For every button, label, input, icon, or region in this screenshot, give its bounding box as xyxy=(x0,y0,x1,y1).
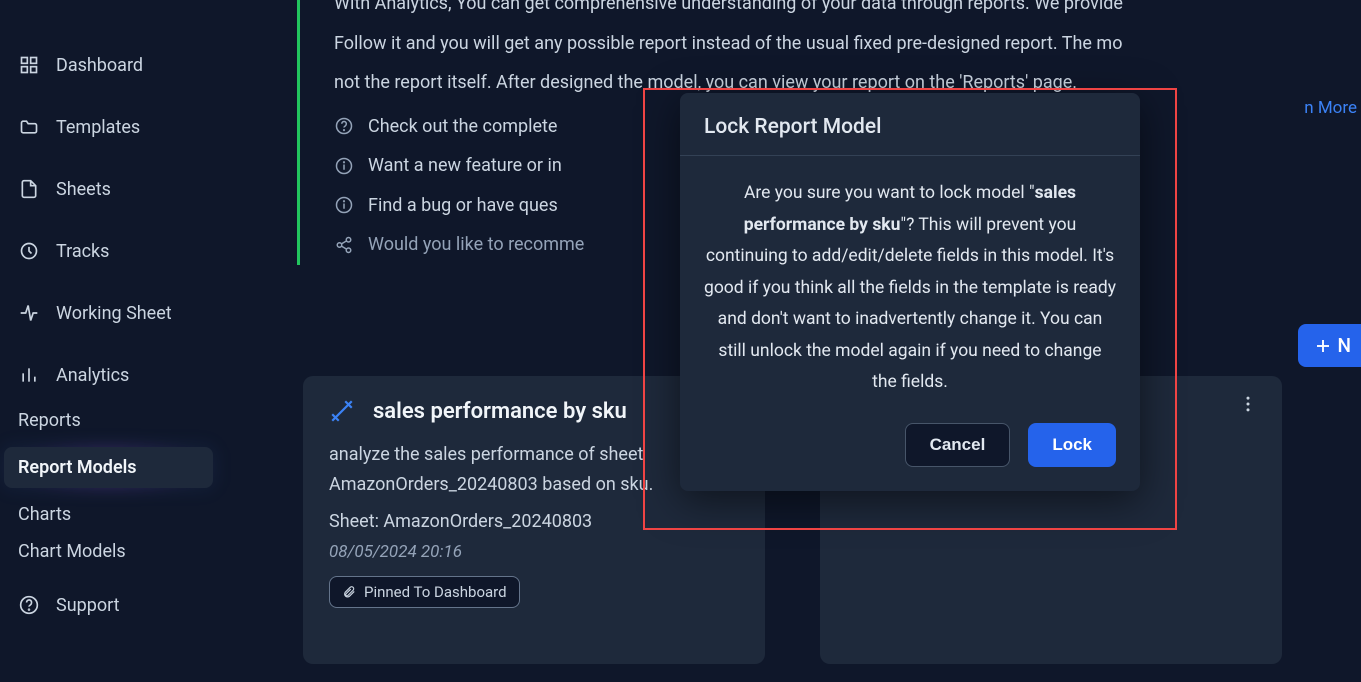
modal-body-pre: Are you sure you want to lock model " xyxy=(744,183,1035,203)
working-sheet-icon xyxy=(18,302,40,324)
help-circle-icon xyxy=(334,116,354,136)
modal-footer: Cancel Lock xyxy=(680,407,1140,491)
info-icon xyxy=(334,195,354,215)
sidebar-sub-chart-models[interactable]: Chart Models xyxy=(0,541,225,562)
modal-title: Lock Report Model xyxy=(680,93,1140,156)
bar-chart-icon xyxy=(18,364,40,386)
sidebar-label: Dashboard xyxy=(56,55,143,76)
sidebar-item-analytics[interactable]: Analytics xyxy=(0,354,225,396)
sidebar-item-tracks[interactable]: Tracks xyxy=(0,230,225,272)
card-sheet: Sheet: AmazonOrders_20240803 xyxy=(329,511,739,532)
share-icon xyxy=(334,235,354,255)
intro-row-text: Want a new feature or in xyxy=(368,150,562,182)
pin-badge-label: Pinned To Dashboard xyxy=(364,583,507,601)
sidebar-label: Support xyxy=(56,595,120,616)
sidebar-sub-label: Report Models xyxy=(18,457,137,478)
cancel-button[interactable]: Cancel xyxy=(905,423,1011,467)
info-icon xyxy=(334,156,354,176)
pinned-badge[interactable]: Pinned To Dashboard xyxy=(329,576,520,608)
new-button-label: N xyxy=(1338,334,1351,357)
intro-row-text: Find a bug or have ques xyxy=(368,190,558,222)
sidebar-sub-label: Chart Models xyxy=(18,541,126,562)
plus-icon xyxy=(1314,337,1332,355)
new-report-model-button[interactable]: N xyxy=(1298,324,1361,367)
sidebar-sub-label: Reports xyxy=(18,410,81,431)
sidebar-label: Working Sheet xyxy=(56,303,172,324)
sidebar-sub-charts[interactable]: Charts xyxy=(0,504,225,525)
sidebar: Dashboard Templates Sheets Tracks Workin… xyxy=(0,0,225,682)
intro-line-1: With Analytics, You can get comprehensiv… xyxy=(334,0,1357,20)
file-icon xyxy=(18,178,40,200)
sidebar-sub-reports[interactable]: Reports xyxy=(0,410,225,431)
folder-icon xyxy=(18,116,40,138)
help-icon xyxy=(18,594,40,616)
lock-button[interactable]: Lock xyxy=(1028,423,1116,467)
paperclip-icon xyxy=(342,585,356,599)
card-date: 08/05/2024 20:16 xyxy=(329,542,739,562)
sidebar-label: Tracks xyxy=(56,241,109,262)
sidebar-sub-label: Charts xyxy=(18,504,71,525)
sidebar-item-dashboard[interactable]: Dashboard xyxy=(0,44,225,86)
target-icon xyxy=(18,240,40,262)
card-title: sales performance by sku xyxy=(373,399,627,424)
sidebar-label: Sheets xyxy=(56,179,111,200)
modal-body: Are you sure you want to lock model "sal… xyxy=(680,156,1140,407)
card-description: analyze the sales performance of sheet A… xyxy=(329,440,739,499)
sidebar-item-templates[interactable]: Templates xyxy=(0,106,225,148)
intro-row-text: Check out the complete xyxy=(368,111,557,143)
sidebar-label: Templates xyxy=(56,117,140,138)
ruler-pencil-icon xyxy=(329,398,355,424)
sidebar-item-working-sheet[interactable]: Working Sheet xyxy=(0,292,225,334)
sidebar-item-support[interactable]: Support xyxy=(0,584,225,626)
more-menu-button[interactable] xyxy=(1238,394,1258,414)
learn-more-link[interactable]: n More xyxy=(1304,94,1357,124)
intro-line-2: Follow it and you will get any possible … xyxy=(334,28,1357,60)
dashboard-icon xyxy=(18,54,40,76)
sidebar-label: Analytics xyxy=(56,365,129,386)
intro-row-text: Would you like to recomme xyxy=(368,229,584,261)
lock-model-modal: Lock Report Model Are you sure you want … xyxy=(680,93,1140,491)
sidebar-item-sheets[interactable]: Sheets xyxy=(0,168,225,210)
sidebar-sub-report-models[interactable]: Report Models xyxy=(4,447,213,488)
modal-body-post: "? This will prevent you continuing to a… xyxy=(704,215,1116,393)
